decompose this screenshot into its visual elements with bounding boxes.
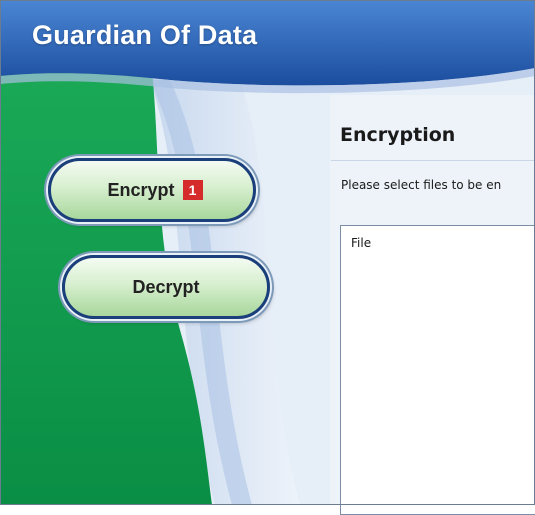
- encrypt-button-label: Encrypt: [107, 179, 175, 200]
- encrypt-button[interactable]: Encrypt 1: [48, 158, 256, 222]
- panel-instruction: Please select files to be en: [341, 178, 502, 192]
- panel-divider: [331, 160, 535, 161]
- decrypt-button-label: Decrypt: [132, 276, 200, 297]
- app-window: Guardian Of Data Encrypt 1 Decrypt Encry…: [0, 0, 535, 515]
- app-title: Guardian Of Data: [32, 20, 258, 50]
- panel-title: Encryption: [340, 124, 456, 146]
- step-badge: 1: [182, 180, 203, 200]
- decrypt-button[interactable]: Decrypt: [62, 255, 270, 319]
- file-list[interactable]: File: [340, 225, 535, 515]
- file-column-header[interactable]: File: [351, 236, 371, 250]
